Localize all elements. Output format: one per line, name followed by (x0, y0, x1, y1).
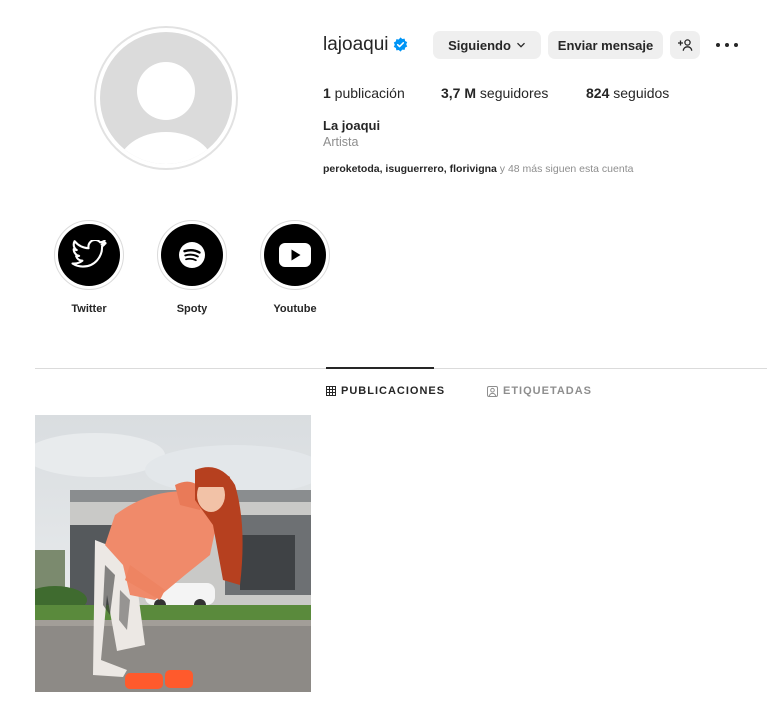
followed-by-text[interactable]: peroketoda, isuguerrero, florivigna y 48… (323, 163, 633, 175)
post-image (35, 415, 311, 692)
profile-full-name: La joaqui (323, 118, 381, 133)
highlight-label: Spoty (176, 303, 208, 315)
tab-tagged-label: ETIQUETADAS (503, 385, 593, 397)
active-tab-indicator (326, 367, 434, 369)
spotify-icon (179, 242, 205, 268)
following-button[interactable]: Siguiendo (433, 31, 541, 59)
posts-count: 1 publicación (323, 85, 405, 101)
more-options-icon[interactable] (716, 37, 738, 53)
tab-posts[interactable]: PUBLICACIONES (326, 385, 445, 397)
following-count[interactable]: 824 seguidos (586, 84, 669, 102)
highlight-twitter[interactable]: Twitter (53, 220, 125, 315)
chevron-down-icon (516, 42, 525, 48)
highlight-label: Twitter (71, 303, 107, 315)
grid-icon (326, 386, 336, 396)
send-message-button[interactable]: Enviar mensaje (548, 31, 663, 59)
default-avatar-icon (100, 32, 232, 164)
twitter-icon (71, 240, 107, 268)
following-button-label: Siguiendo (448, 37, 511, 53)
tab-posts-label: PUBLICACIONES (341, 385, 446, 397)
suggested-users-button[interactable] (670, 31, 700, 59)
tagged-icon (487, 385, 498, 397)
send-message-label: Enviar mensaje (557, 37, 654, 53)
youtube-icon (279, 243, 311, 267)
profile-avatar[interactable] (94, 26, 238, 170)
profile-category: Artista (323, 135, 359, 149)
highlight-spoty[interactable]: Spoty (156, 220, 228, 315)
profile-username: lajoaqui (323, 34, 389, 55)
add-person-icon (678, 39, 693, 51)
highlight-label: Youtube (273, 303, 317, 315)
followers-count[interactable]: 3,7 M seguidores (441, 84, 548, 102)
highlight-youtube[interactable]: Youtube (259, 220, 331, 315)
post-thumbnail[interactable] (35, 415, 311, 692)
tab-tagged[interactable]: ETIQUETADAS (487, 385, 592, 397)
verified-badge-icon (393, 37, 408, 52)
